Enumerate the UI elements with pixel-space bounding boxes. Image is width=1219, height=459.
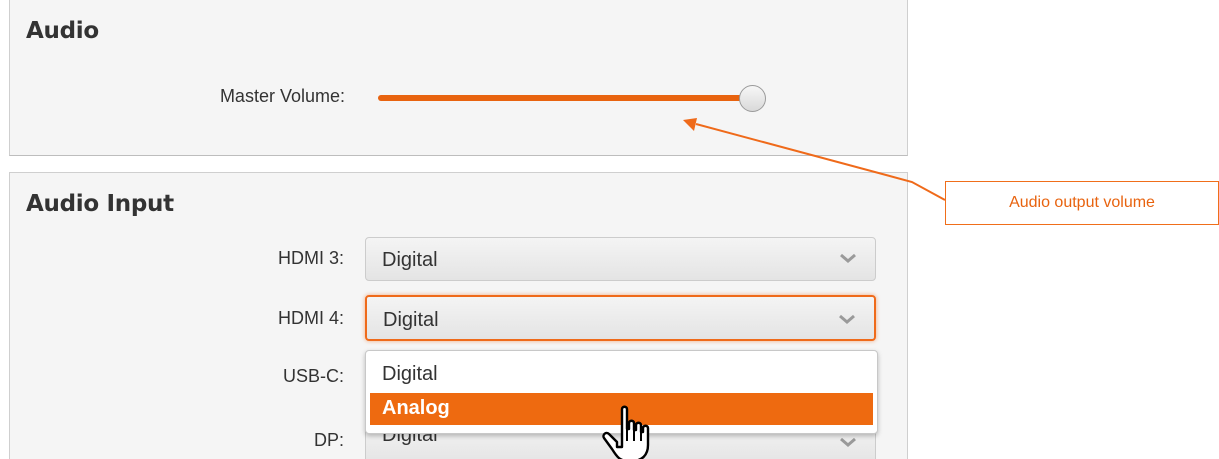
usbc-label: USB-C: (282, 366, 344, 386)
chevron-down-icon (840, 437, 856, 447)
audio-panel: Audio Master Volume: (9, 0, 908, 156)
master-volume-slider[interactable] (378, 84, 766, 114)
master-volume-label: Master Volume: (219, 86, 345, 106)
audio-section-title: Audio (26, 18, 99, 44)
hdmi4-select[interactable]: Digital (365, 295, 876, 341)
chevron-down-icon (839, 314, 855, 324)
hdmi3-select[interactable]: Digital (365, 237, 876, 281)
hdmi4-label: HDMI 4: (277, 308, 344, 328)
audio-output-volume-callout: Audio output volume (945, 181, 1219, 225)
slider-fill (378, 95, 752, 101)
hand-cursor-icon (602, 405, 650, 459)
dp-label: DP: (313, 430, 344, 450)
screenshot-stage: Audio Master Volume: Audio Input HDMI 3:… (0, 0, 1219, 459)
audio-input-section-title: Audio Input (26, 191, 174, 217)
hdmi4-select-value: Digital (383, 309, 439, 331)
hdmi3-select-value: Digital (382, 249, 438, 271)
dropdown-option-digital[interactable]: Digital (370, 359, 873, 391)
hdmi3-label: HDMI 3: (277, 248, 344, 268)
slider-thumb[interactable] (739, 85, 766, 112)
chevron-down-icon (840, 253, 856, 263)
